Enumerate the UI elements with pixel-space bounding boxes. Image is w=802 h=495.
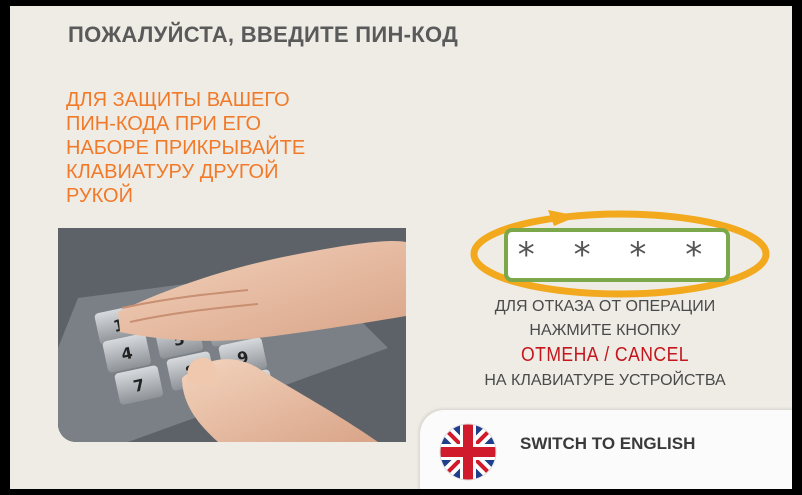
warning-line: ПИН-КОДА ПРИ ЕГО [66,113,262,135]
cancel-key-name: ОТМЕНА / CANCEL [521,344,689,366]
switch-to-english-button[interactable]: SWITCH TO ENGLISH [420,410,792,489]
pin-input[interactable]: * * * * [504,228,730,282]
cancel-text-line: ДЛЯ ОТКАЗА ОТ ОПЕРАЦИИ [494,298,716,315]
security-warning: ДЛЯ ЗАЩИТЫ ВАШЕГО ПИН-КОДА ПРИ ЕГО НАБОР… [66,88,386,208]
warning-line: КЛАВИАТУРУ ДРУГОЙ [66,161,279,183]
cancel-instructions: ДЛЯ ОТКАЗА ОТ ОПЕРАЦИИ НАЖМИТЕ КНОПКУ ОТ… [440,288,770,398]
warning-line: РУКОЙ [66,185,133,207]
cancel-text-line: НА КЛАВИАТУРЕ УСТРОЙСТВА [484,372,726,389]
keypad-cover-photo: 1 4 5 6 7 [58,228,406,442]
warning-line: НАБОРЕ ПРИКРЫВАЙТЕ [66,137,306,159]
page-title: ПОЖАЛУЙСТА, ВВЕДИТЕ ПИН-КОД [68,22,459,47]
uk-flag-icon [439,423,497,481]
cancel-text-line: НАЖМИТЕ КНОПКУ [529,322,681,339]
keypad-illustration: 1 4 5 6 7 [58,228,406,442]
switch-language-label: SWITCH TO ENGLISH [520,434,696,453]
warning-line: ДЛЯ ЗАЩИТЫ ВАШЕГО [66,89,290,111]
atm-screen: ПОЖАЛУЙСТА, ВВЕДИТЕ ПИН-КОД ДЛЯ ЗАЩИТЫ В… [10,6,792,489]
